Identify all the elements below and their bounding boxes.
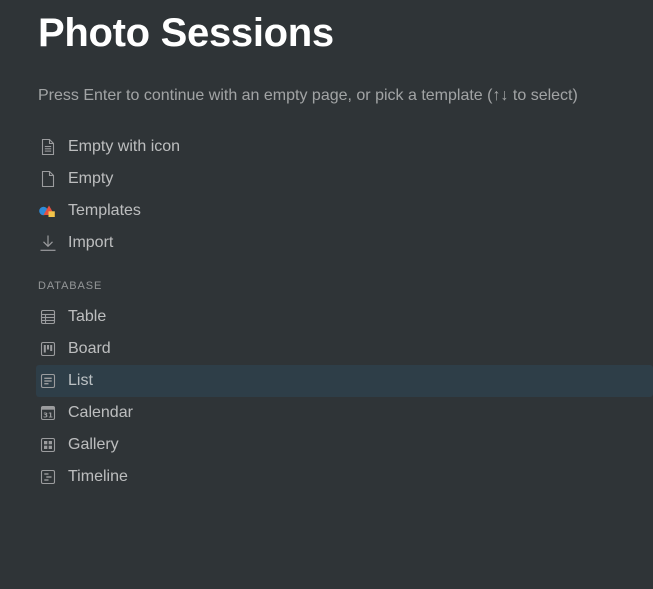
option-label: Import [68,234,114,251]
database-item-table[interactable]: Table [36,301,653,333]
option-empty-with-icon[interactable]: Empty with icon [36,131,653,163]
option-templates[interactable]: Templates [36,195,653,227]
table-icon [38,307,58,327]
template-options-list: Empty with icon Empty Templates Import D… [36,131,653,493]
database-item-gallery[interactable]: Gallery [36,429,653,461]
database-item-label: List [68,372,93,389]
new-page-template-picker: Photo Sessions Press Enter to continue w… [0,0,653,589]
gallery-icon [38,435,58,455]
calendar-icon: 31 [38,403,58,423]
template-hint: Press Enter to continue with an empty pa… [38,87,578,104]
list-icon [38,371,58,391]
templates-shapes-icon [38,201,58,221]
database-item-list[interactable]: List [36,365,653,397]
board-icon [38,339,58,359]
database-item-label: Timeline [68,468,128,485]
database-item-timeline[interactable]: Timeline [36,461,653,493]
database-item-board[interactable]: Board [36,333,653,365]
svg-text:31: 31 [43,412,53,420]
database-item-label: Gallery [68,436,119,453]
database-item-calendar[interactable]: 31 Calendar [36,397,653,429]
option-label: Empty with icon [68,138,181,155]
database-item-label: Table [68,308,107,325]
option-import[interactable]: Import [36,227,653,259]
database-item-label: Calendar [68,404,133,421]
database-section-header: DATABASE [38,280,103,292]
option-label: Empty [68,170,114,187]
timeline-icon [38,467,58,487]
document-text-icon [38,137,58,157]
option-empty[interactable]: Empty [36,163,653,195]
download-arrow-icon [38,233,58,253]
database-item-label: Board [68,340,111,357]
page-title[interactable]: Photo Sessions [38,8,334,58]
document-blank-icon [38,169,58,189]
option-label: Templates [68,202,141,219]
